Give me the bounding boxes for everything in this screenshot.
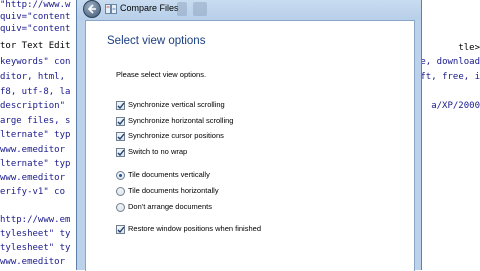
checkbox[interactable] — [116, 101, 125, 110]
checkmark-icon — [117, 102, 125, 110]
radio-dot-icon — [119, 174, 122, 177]
checkmark-icon — [117, 133, 125, 141]
checkbox[interactable] — [116, 117, 125, 126]
radio-button[interactable] — [116, 203, 125, 212]
editor-line: f8, utf-8, la — [0, 87, 71, 97]
back-arrow-icon — [87, 4, 96, 14]
checkbox-label: Switch to no wrap — [128, 147, 188, 156]
radio-label: Tile documents vertically — [128, 170, 210, 179]
compare-files-dialog: Compare Files Select view options Please… — [76, 0, 422, 271]
page-title: Select view options — [107, 35, 206, 47]
back-button[interactable] — [83, 0, 101, 18]
radio-label: Don't arrange documents — [128, 202, 212, 211]
compare-files-icon — [105, 4, 117, 14]
radio-label: Tile documents horizontally — [128, 186, 219, 195]
checkbox[interactable] — [116, 148, 125, 157]
editor-line: www.emeditor — [0, 173, 66, 183]
title-bar: Compare Files — [77, 0, 421, 20]
editor-line: keywords" con — [0, 57, 71, 67]
checkmark-icon — [117, 118, 125, 126]
checkbox[interactable] — [116, 225, 125, 234]
editor-line: tylesheet" ty — [0, 243, 71, 253]
editor-line: www.emeditor — [0, 145, 66, 155]
editor-line: lternate" typ — [0, 130, 71, 140]
checkbox[interactable] — [116, 132, 125, 141]
editor-line: "http://www.w — [0, 0, 71, 10]
editor-line: ft, free, i — [420, 72, 480, 82]
checkbox-label: Synchronize vertical scrolling — [128, 100, 225, 109]
editor-line: tylesheet" ty — [0, 229, 71, 239]
editor-line: erify-v1" co — [0, 187, 66, 197]
editor-line: http://www.em — [0, 215, 71, 225]
editor-line: tor Text Edit — [0, 41, 71, 51]
radio-button[interactable] — [116, 187, 125, 196]
checkbox-label: Synchronize horizontal scrolling — [128, 116, 234, 125]
editor-line: ditor, html, — [0, 72, 66, 82]
editor-line: e, download — [420, 57, 480, 67]
checkmark-icon — [117, 149, 125, 157]
editor-line: description" — [0, 101, 71, 111]
editor-line: a/XP/2000 — [431, 101, 480, 111]
editor-line: lternate" typ — [0, 159, 71, 169]
editor-line: arge files, s — [0, 116, 71, 126]
checkbox-label: Restore window positions when finished — [128, 224, 261, 233]
checkbox-label: Synchronize cursor positions — [128, 131, 224, 140]
instruction-text: Please select view options. — [116, 70, 207, 79]
editor-line: quiv="content — [0, 12, 71, 22]
dialog-content: Select view options Please select view o… — [85, 20, 415, 271]
editor-line: www.emeditor — [0, 257, 66, 267]
blurred-tab — [193, 2, 207, 16]
checkmark-icon — [117, 226, 125, 234]
window-title: Compare Files — [120, 3, 179, 13]
radio-button[interactable] — [116, 171, 125, 180]
editor-line: quiv="content — [0, 24, 71, 34]
blurred-tab — [177, 2, 187, 16]
editor-line: tle> — [458, 43, 480, 53]
